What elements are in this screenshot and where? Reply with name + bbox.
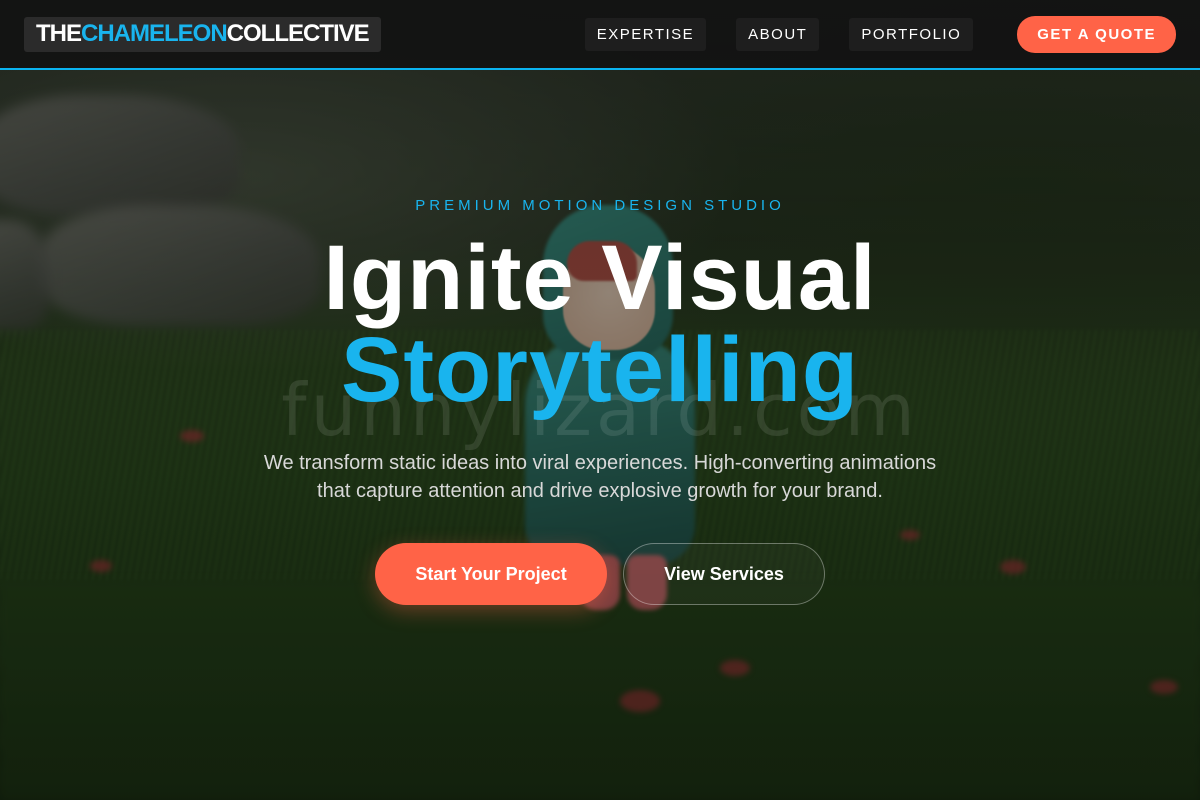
headline-line-2: Storytelling bbox=[340, 319, 860, 421]
hero-eyebrow: PREMIUM MOTION DESIGN STUDIO bbox=[415, 197, 785, 214]
view-services-button[interactable]: View Services bbox=[623, 543, 825, 605]
hero-headline: Ignite Visual Storytelling bbox=[0, 232, 1200, 416]
start-project-button[interactable]: Start Your Project bbox=[375, 543, 607, 605]
headline-line-1: Ignite Visual bbox=[323, 227, 877, 329]
hero-section: PREMIUM MOTION DESIGN STUDIO Ignite Visu… bbox=[0, 0, 1200, 800]
hero-subtitle: We transform static ideas into viral exp… bbox=[263, 452, 937, 502]
hero-cta-row: Start Your Project View Services bbox=[0, 543, 1200, 605]
